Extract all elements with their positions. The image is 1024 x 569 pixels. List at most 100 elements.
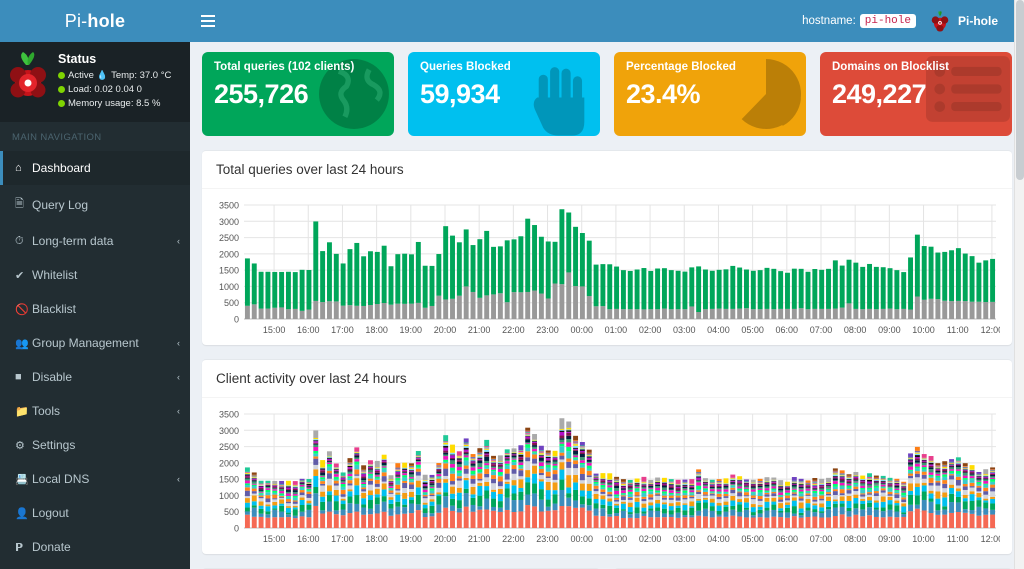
status-info: Status Active 💧 Temp: 37.0 °C Load: 0.02… — [58, 52, 171, 110]
svg-text:00:00: 00:00 — [570, 534, 593, 544]
status-line-memory: Memory usage: 8.5 % — [58, 97, 171, 111]
status-active-text: Active — [68, 70, 94, 81]
stat-card-queries-blocked[interactable]: Queries Blocked 59,934 — [408, 52, 600, 136]
svg-text:20:00: 20:00 — [434, 325, 457, 335]
svg-text:16:00: 16:00 — [297, 534, 320, 544]
thermometer-icon: 💧 — [96, 70, 109, 81]
total-queries-panel-body: 0 500 1000 1500 2000 2500 3000 3500 15:00 16:00 17… — [202, 189, 1012, 345]
sidebar-item-query-log[interactable]: 🗎 Query Log — [0, 185, 190, 224]
svg-text:01:00: 01:00 — [605, 534, 628, 544]
sidebar: Status Active 💧 Temp: 37.0 °C Load: 0.02… — [0, 42, 190, 569]
svg-text:19:00: 19:00 — [400, 534, 423, 544]
svg-text:21:00: 21:00 — [468, 325, 491, 335]
svg-text:05:00: 05:00 — [741, 534, 764, 544]
svg-text:17:00: 17:00 — [331, 325, 354, 335]
sidebar-item-disable[interactable]: ■ Disable ‹ — [0, 360, 190, 394]
total-queries-chart[interactable]: 0 500 1000 1500 2000 2500 3000 3500 15:00 16:00 17… — [210, 199, 1000, 339]
svg-text:15:00: 15:00 — [263, 325, 286, 335]
status-line-load: Load: 0.02 0.04 0 — [58, 83, 171, 97]
status-load-text: Load: 0.02 0.04 0 — [68, 83, 142, 95]
sidebar-item-label: Group Management — [32, 336, 139, 351]
svg-text:500: 500 — [224, 298, 239, 308]
sidebar-item-donate[interactable]: 𝗣 Donate — [0, 530, 190, 564]
sidebar-item-long-term-data[interactable]: ⏱ Long-term data ‹ — [0, 224, 190, 258]
svg-text:08:00: 08:00 — [844, 534, 867, 544]
total-queries-title: Total queries over last 24 hours — [216, 162, 404, 177]
navbar-right: hostname: pi-hole Pi-hole — [802, 10, 1014, 32]
sidebar-item-settings[interactable]: ⚙ Settings — [0, 428, 190, 462]
sidebar-item-label: Settings — [32, 438, 76, 453]
sidebar-item-whitelist[interactable]: ✔ Whitelist — [0, 258, 190, 292]
sidebar-nav-list: ⌂ Dashboard 🗎 Query Log ⏱ Long-term data ‹ ✔ Whi… — [0, 151, 190, 564]
raspberry-pi-logo-icon — [10, 52, 46, 98]
svg-text:23:00: 23:00 — [536, 325, 559, 335]
status-panel: Status Active 💧 Temp: 37.0 °C Load: 0.02… — [0, 42, 190, 123]
svg-text:18:00: 18:00 — [365, 325, 388, 335]
svg-text:3500: 3500 — [219, 410, 239, 420]
svg-text:2000: 2000 — [219, 458, 239, 468]
stat-card-title: Percentage Blocked — [626, 61, 736, 73]
ban-icon: 🚫 — [15, 303, 29, 316]
svg-text:20:00: 20:00 — [434, 534, 457, 544]
file-icon: 🗎 — [15, 198, 24, 211]
sidebar-item-blacklist[interactable]: 🚫 Blacklist — [0, 292, 190, 326]
paypal-icon: 𝗣 — [15, 541, 24, 554]
svg-text:0: 0 — [234, 524, 239, 534]
svg-text:18:00: 18:00 — [365, 534, 388, 544]
sidebar-item-label: Dashboard — [32, 161, 91, 176]
svg-text:1000: 1000 — [219, 282, 239, 292]
page-scrollbar[interactable] — [1014, 0, 1024, 569]
brand-logo-suffix: hole — [87, 10, 126, 31]
stat-card-title: Domains on Blocklist — [832, 61, 949, 73]
client-activity-chart[interactable]: 0 500 1000 1500 2000 2500 3000 3500 15:00 16:00 17… — [210, 408, 1000, 548]
svg-text:07:00: 07:00 — [810, 534, 833, 544]
svg-text:10:00: 10:00 — [912, 534, 935, 544]
svg-text:1500: 1500 — [219, 266, 239, 276]
brand-logo[interactable]: Pi-hole — [0, 0, 190, 42]
sidebar-item-label: Donate — [32, 540, 71, 555]
sidebar-item-label: Long-term data — [32, 234, 114, 249]
brand-right[interactable]: Pi-hole — [930, 10, 998, 32]
svg-text:2500: 2500 — [219, 442, 239, 452]
sidebar-item-logout[interactable]: 👤 Logout — [0, 496, 190, 530]
stat-card-title: Total queries (102 clients) — [214, 61, 355, 73]
status-dot-icon — [58, 99, 65, 107]
sidebar-item-label: Tools — [32, 404, 61, 419]
user-times-icon: 👤 — [15, 507, 29, 520]
gears-icon: ⚙ — [15, 439, 25, 452]
address-icon: 📇 — [15, 473, 29, 486]
hostname-label: hostname: — [802, 15, 856, 27]
svg-text:08:00: 08:00 — [844, 325, 867, 335]
client-activity-panel-header: Client activity over last 24 hours — [202, 360, 1012, 398]
svg-text:06:00: 06:00 — [776, 325, 799, 335]
client-activity-title: Client activity over last 24 hours — [216, 371, 407, 386]
svg-text:19:00: 19:00 — [400, 325, 423, 335]
sidebar-item-group-management[interactable]: 👥 Group Management ‹ — [0, 326, 190, 360]
sidebar-item-dashboard[interactable]: ⌂ Dashboard — [0, 151, 190, 186]
chevron-left-icon: ‹ — [177, 406, 180, 417]
users-gear-icon: 👥 — [15, 337, 29, 350]
svg-text:21:00: 21:00 — [468, 534, 491, 544]
stat-card-domains-on-blocklist[interactable]: Domains on Blocklist 249,227 — [820, 52, 1012, 136]
svg-text:10:00: 10:00 — [912, 325, 935, 335]
hamburger-icon[interactable] — [190, 0, 226, 42]
chevron-left-icon: ‹ — [177, 338, 180, 349]
stat-card-percentage-blocked[interactable]: Percentage Blocked 23.4% — [614, 52, 806, 136]
sidebar-item-label: Blacklist — [32, 302, 77, 317]
svg-text:04:00: 04:00 — [707, 534, 730, 544]
svg-text:11:00: 11:00 — [947, 325, 969, 335]
stat-card-value: 59,934 — [420, 79, 500, 109]
sidebar-item-label: Local DNS — [32, 472, 90, 487]
svg-text:0: 0 — [234, 315, 239, 325]
sidebar-item-local-dns[interactable]: 📇 Local DNS ‹ — [0, 462, 190, 496]
sidebar-item-tools[interactable]: 📁 Tools ‹ — [0, 394, 190, 428]
svg-text:2000: 2000 — [219, 249, 239, 259]
stat-card-total-queries-102-clients[interactable]: Total queries (102 clients) 255,726 — [202, 52, 394, 136]
svg-text:23:00: 23:00 — [536, 534, 559, 544]
status-dot-icon — [58, 86, 65, 94]
navbar: hostname: pi-hole Pi-hole — [190, 0, 1024, 42]
page-scrollbar-thumb[interactable] — [1016, 0, 1024, 180]
svg-text:500: 500 — [224, 507, 239, 517]
folder-icon: 📁 — [15, 405, 29, 418]
stat-card-value: 255,726 — [214, 79, 309, 109]
